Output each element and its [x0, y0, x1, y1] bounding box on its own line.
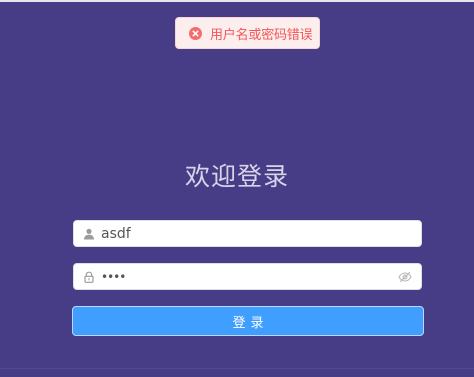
- error-circle-icon: [189, 26, 202, 40]
- eye-off-icon[interactable]: [398, 271, 412, 283]
- page-title: 欢迎登录: [184, 162, 289, 191]
- error-message: 用户名或密码错误: [210, 27, 313, 43]
- top-edge: [0, 0, 474, 2]
- password-input[interactable]: [101, 264, 398, 289]
- username-field[interactable]: [73, 220, 422, 247]
- login-button[interactable]: 登录: [72, 306, 424, 336]
- username-input[interactable]: [101, 221, 421, 246]
- user-icon: [84, 228, 94, 239]
- password-field[interactable]: [73, 263, 422, 290]
- bottom-edge: [0, 368, 474, 369]
- lock-icon: [84, 271, 94, 283]
- error-toast: 用户名或密码错误: [175, 17, 320, 49]
